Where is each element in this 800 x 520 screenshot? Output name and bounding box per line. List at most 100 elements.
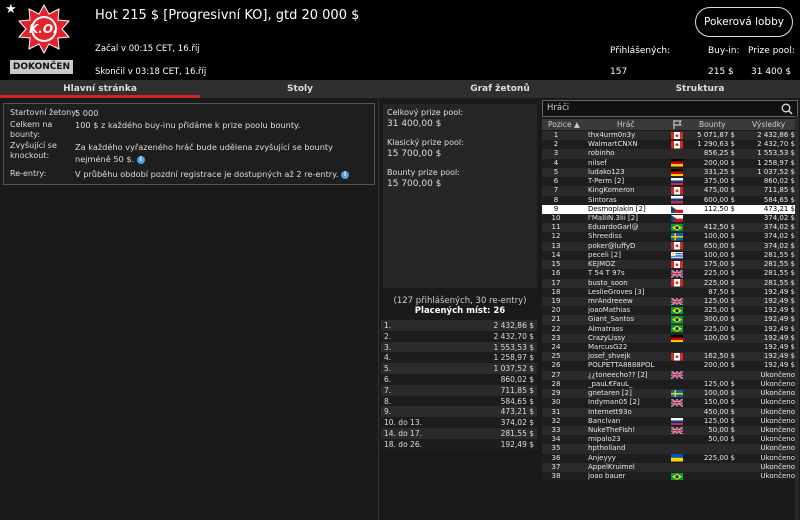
payout-row: 2. 2 432,70 $ <box>381 330 537 342</box>
player-bounty: 200,00 $ <box>703 158 735 167</box>
player-row[interactable]: 31 Internett93o 450,00 $ Ukončeno <box>542 407 798 417</box>
favorite-star-icon[interactable]: ★ <box>5 2 17 17</box>
prize-pool-box: Celkový prize pool: 31 400,00 $ Klasický… <box>383 104 537 288</box>
player-row[interactable]: 7 KingKomeron 475,00 $ 711,85 $ <box>542 186 798 196</box>
player-row[interactable]: 17 busto_soon 225,00 $ 281,55 $ <box>542 278 798 288</box>
player-position: 32 <box>551 416 561 425</box>
player-result: 1 553,53 $ <box>757 149 795 158</box>
player-name: poker@luffyD <box>588 241 636 250</box>
player-bounty: 100,00 $ <box>703 389 735 398</box>
col-results[interactable]: Výsledky <box>752 120 785 129</box>
player-row[interactable]: 34 mipalo23 50,00 $ Ukončeno <box>542 435 798 445</box>
payout-place: 5. <box>384 364 392 374</box>
flag-se-icon <box>671 389 683 398</box>
player-row[interactable]: 37 AppelKruimel Ukončeno <box>542 462 798 473</box>
flag-ua-icon <box>671 454 683 462</box>
player-position: 29 <box>551 389 561 398</box>
payout-row: 8. 584,65 $ <box>381 395 537 407</box>
player-row[interactable]: 6 T-Perm [2] 375,00 $ 860,02 $ <box>542 177 798 187</box>
player-result: Ukončeno <box>760 462 795 471</box>
player-position: 5 <box>553 167 559 176</box>
col-player[interactable]: Hráč <box>617 120 634 129</box>
tab-structure[interactable]: Struktura <box>600 80 800 98</box>
player-row[interactable]: 36 Anjeyyy 225,00 $ Ukončeno <box>542 453 798 463</box>
poker-lobby-button[interactable]: Pokerová lobby <box>695 7 793 37</box>
col-bounty[interactable]: Bounty <box>699 120 726 129</box>
players-table-header: Pozice ▲ Hráč Bounty Výsledky <box>542 119 798 130</box>
player-position: 31 <box>551 407 561 416</box>
flag-ca-icon <box>671 131 683 140</box>
player-row[interactable]: 24 MarcusG22 192,49 $ <box>542 343 798 353</box>
players-table: 1 thx4urm0n3y 5 071,87 $ 2 432,86 $ 2 Walmart… <box>542 131 798 482</box>
flag-de-icon <box>671 168 683 177</box>
start-time: Začal v 00:15 CET, 16.říj <box>95 44 200 54</box>
payout-amount: 1 037,52 $ <box>493 364 534 374</box>
player-row[interactable]: 26 POLPETTA8888POL 200,00 $ 192,49 $ <box>542 361 798 371</box>
tab-chip-graph[interactable]: Graf žetonů <box>400 80 600 98</box>
flag-column-icon[interactable] <box>673 120 682 129</box>
player-row[interactable]: 19 mrAndreeew 125,00 $ 192,49 $ <box>542 296 798 307</box>
player-row[interactable]: 22 Almatrass 225,00 $ 192,49 $ <box>542 324 798 334</box>
player-row[interactable]: 13 poker@luffyD 650,00 $ 374,02 $ <box>542 241 798 251</box>
player-bounty: 1 290,63 $ <box>697 140 735 149</box>
player-row[interactable]: 38 joao bauer Ukončeno <box>542 472 798 482</box>
payout-row: 5. 1 037,52 $ <box>381 363 537 374</box>
player-row[interactable]: 21 Giant_Santos 300,00 $ 192,49 $ <box>542 315 798 325</box>
player-position: 19 <box>551 296 561 305</box>
player-bounty: 600,00 $ <box>703 195 735 204</box>
player-row[interactable]: 3 robinho 856,25 $ 1 553,53 $ <box>542 149 798 159</box>
payout-amount: 374,02 $ <box>500 418 534 428</box>
player-row[interactable]: 32 Banclvan 125,00 $ Ukončeno <box>542 416 798 426</box>
player-row[interactable]: 9 Desmoplakin [2] 112,50 $ 473,21 $ <box>542 204 798 214</box>
player-row[interactable]: 1 thx4urm0n3y 5 071,87 $ 2 432,86 $ <box>542 131 798 141</box>
player-row[interactable]: 16 T 54 T 97s 225,00 $ 281,55 $ <box>542 269 798 279</box>
flag-br-icon <box>671 306 683 315</box>
buyin-label: Buy-in: <box>708 46 740 56</box>
players-scrollbar[interactable] <box>795 116 799 520</box>
player-name: Desmoplakin [2] <box>588 204 646 213</box>
info-icon[interactable]: i <box>136 155 145 164</box>
player-row[interactable]: 4 nilsef 200,00 $ 1 258,97 $ <box>542 158 798 168</box>
player-row[interactable]: 29 gnetaren [2] 100,00 $ Ukončeno <box>542 389 798 399</box>
player-row[interactable]: 18 LeslieGroves [3] 87,50 $ 192,49 $ <box>542 287 798 297</box>
player-name: AppelKruimel <box>588 462 635 471</box>
player-row[interactable]: 28 _pauL€FauL_ 125,00 $ Ukončeno <box>542 379 798 390</box>
flag-se-icon <box>671 233 683 241</box>
player-row[interactable]: 27 ¿¿toneecho?? [2] Ukončeno <box>542 370 798 380</box>
flag-ca-icon <box>671 353 683 361</box>
player-name: WalmartCNXN <box>588 140 638 149</box>
search-icon[interactable] <box>781 103 793 115</box>
total-pool-value: 31 400,00 $ <box>387 119 442 129</box>
player-name: CrazyLissy <box>588 333 626 342</box>
player-row[interactable]: 2 WalmartCNXN 1 290,63 $ 2 432,70 $ <box>542 140 798 150</box>
player-row[interactable]: 10 l'MalliN.3lii [2] 374,02 $ <box>542 213 798 224</box>
player-row[interactable]: 30 Indyman05 [2] 150,00 $ Ukončeno <box>542 398 798 408</box>
player-row[interactable]: 14 peceli [2] 100,00 $ 281,55 $ <box>542 250 798 261</box>
info-icon[interactable]: i <box>341 170 350 179</box>
player-position: 26 <box>551 361 561 370</box>
tab-tables[interactable]: Stoly <box>200 80 400 98</box>
col-position[interactable]: Pozice ▲ <box>548 120 580 129</box>
player-row[interactable]: 33 NukeTheFish! 50,00 $ Ukončeno <box>542 426 798 436</box>
flag-uy-icon <box>671 251 683 260</box>
payout-amount: 860,02 $ <box>500 374 534 384</box>
player-result: Ukončeno <box>760 435 795 444</box>
player-row[interactable]: 12 Shreediss 100,00 $ 374,02 $ <box>542 232 798 242</box>
player-row[interactable]: 8 Sintoras 600,00 $ 584,65 $ <box>542 195 798 205</box>
player-row[interactable]: 25 josef_shvejk 162,50 $ 192,49 $ <box>542 352 798 362</box>
player-position: 33 <box>551 426 561 434</box>
player-row[interactable]: 15 KEJMOZ 175,00 $ 281,55 $ <box>542 260 798 270</box>
player-row[interactable]: 35 hptholland Ukončeno <box>542 444 798 454</box>
payout-amount: 192,49 $ <box>500 439 534 449</box>
player-position: 27 <box>551 370 561 379</box>
player-row[interactable]: 11 EduardoGarl@ 412,50 $ 374,02 $ <box>542 223 798 233</box>
tab-main[interactable]: Hlavní stránka <box>0 80 200 98</box>
player-position: 24 <box>551 343 561 352</box>
player-row[interactable]: 20 joaoMathias 325,00 $ 192,49 $ <box>542 306 798 316</box>
flag-ca-icon <box>671 242 683 250</box>
players-search-input[interactable]: Hráči <box>542 100 798 117</box>
player-row[interactable]: 23 CrazyLissy 100,00 $ 192,49 $ <box>542 333 798 344</box>
player-position: 7 <box>553 186 559 195</box>
player-result: Ukončeno <box>760 398 795 407</box>
player-row[interactable]: 5 ludako123 331,25 $ 1 037,52 $ <box>542 167 798 178</box>
